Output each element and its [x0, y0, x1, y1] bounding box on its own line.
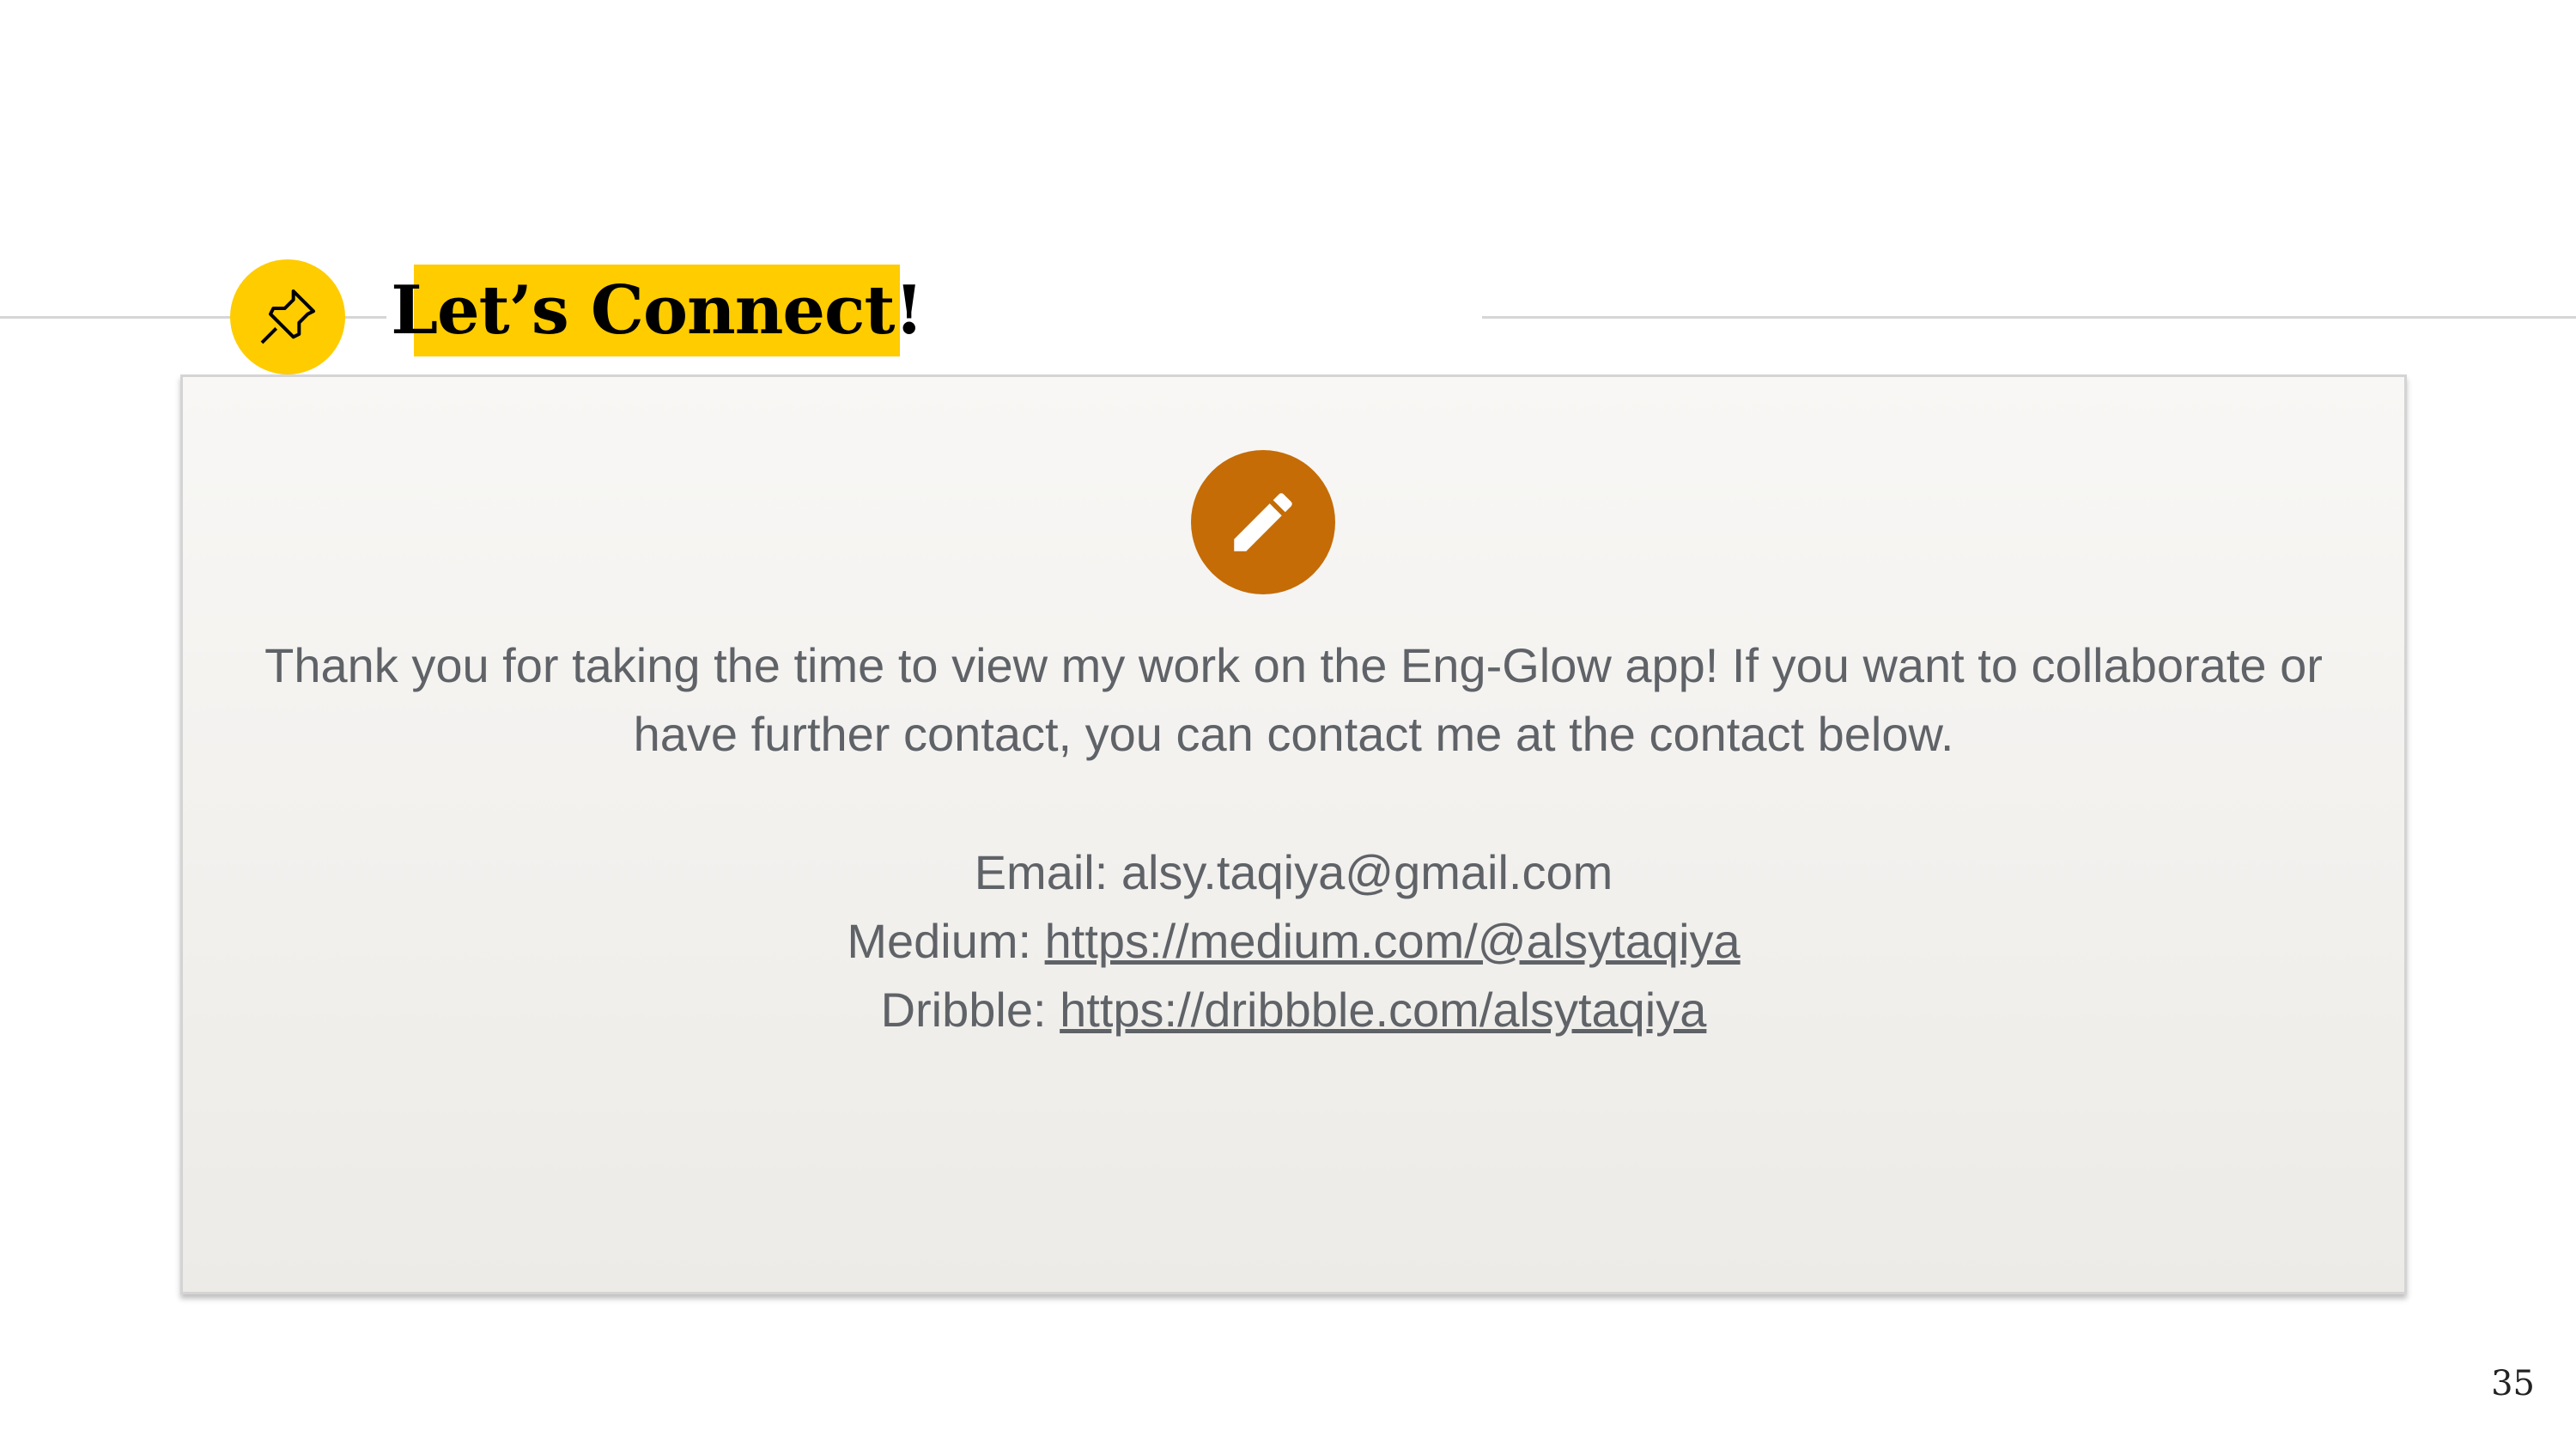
dribbble-link[interactable]: https://dribbble.com/alsytaqiya	[1060, 983, 1706, 1037]
pushpin-badge	[230, 259, 345, 374]
divider-right	[1482, 316, 2576, 319]
contact-dribbble: Dribble: https://dribbble.com/alsytaqiya	[180, 976, 2407, 1044]
email-value[interactable]: alsy.taqiya@gmail.com	[1121, 845, 1613, 899]
medium-link[interactable]: https://medium.com/@alsytaqiya	[1045, 914, 1741, 968]
intro-line-2: have further contact, you can contact me…	[633, 707, 1954, 761]
intro-line-1: Thank you for taking the time to view my…	[264, 638, 2323, 692]
pushpin-icon	[260, 289, 315, 344]
email-label: Email:	[974, 845, 1121, 899]
medium-label: Medium:	[847, 914, 1045, 968]
contact-medium: Medium: https://medium.com/@alsytaqiya	[180, 907, 2407, 976]
dribbble-label: Dribble:	[880, 983, 1060, 1037]
contact-email: Email: alsy.taqiya@gmail.com	[180, 838, 2407, 907]
pencil-badge	[1191, 450, 1335, 594]
page-number: 35	[2491, 1364, 2535, 1403]
slide-title: Let’s Connect!	[391, 265, 924, 356]
pencil-icon	[1234, 493, 1292, 551]
